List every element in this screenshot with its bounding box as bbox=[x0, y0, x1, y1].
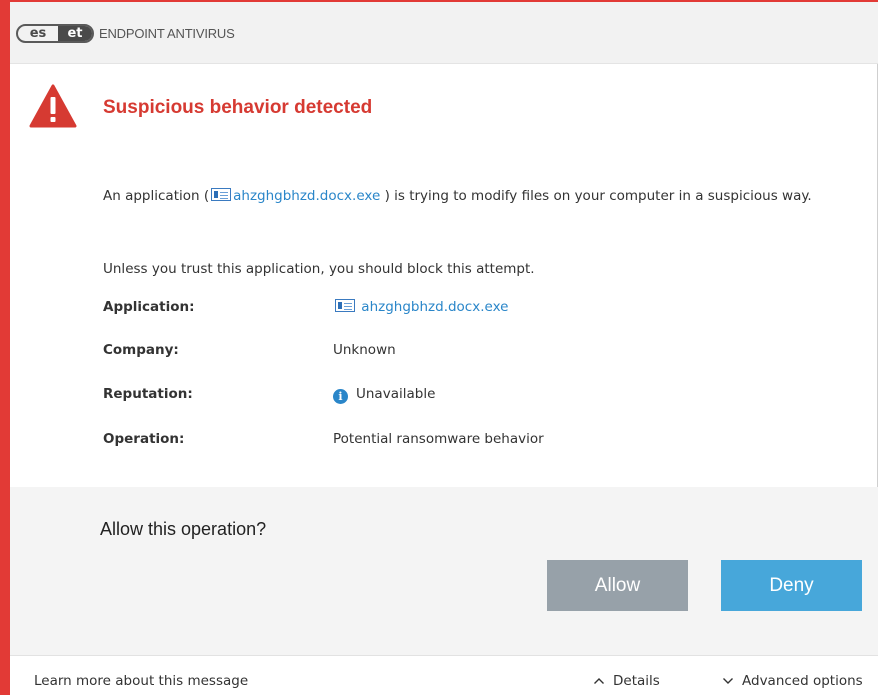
alert-frame-left bbox=[0, 0, 10, 695]
advanced-options-label: Advanced options bbox=[742, 673, 863, 689]
application-icon bbox=[211, 188, 232, 201]
alert-advice: Unless you trust this application, you s… bbox=[103, 261, 535, 277]
warning-icon bbox=[29, 84, 77, 128]
operation-label: Operation: bbox=[103, 431, 185, 447]
detail-row-reputation: Reputation: i Unavailable bbox=[103, 381, 863, 407]
advanced-options-toggle[interactable]: Advanced options bbox=[722, 673, 863, 689]
logo-left-text: es bbox=[29, 26, 47, 41]
application-link[interactable]: ahzghgbhzd.docx.exe bbox=[361, 299, 508, 315]
logo-right-text: et bbox=[58, 26, 92, 41]
reputation-value-wrap: i Unavailable bbox=[333, 381, 435, 407]
alert-window: es et ENDPOINT ANTIVIRUS Suspicious beha… bbox=[10, 2, 878, 695]
message-prefix: An application ( bbox=[103, 188, 210, 204]
chevron-down-icon bbox=[723, 678, 733, 684]
message-app-link[interactable]: ahzghgbhzd.docx.exe bbox=[233, 188, 380, 204]
details-label: Details bbox=[613, 673, 660, 689]
decision-panel: Allow this operation? Allow Deny bbox=[10, 487, 878, 655]
chevron-up-icon bbox=[594, 678, 604, 684]
info-icon: i bbox=[333, 389, 348, 404]
company-link[interactable]: Unknown bbox=[333, 337, 396, 363]
company-label: Company: bbox=[103, 342, 179, 358]
reputation-value: Unavailable bbox=[356, 386, 436, 402]
learn-more-link[interactable]: Learn more about this message bbox=[34, 673, 248, 689]
alert-message: An application ( ahzghgbhzd.docx.exe ) is… bbox=[103, 183, 843, 209]
allow-question: Allow this operation? bbox=[100, 519, 267, 539]
product-name: ENDPOINT ANTIVIRUS bbox=[99, 26, 235, 41]
detail-row-application: Application: ahzghgbhzd.docx.exe bbox=[103, 294, 863, 320]
operation-value: Potential ransomware behavior bbox=[333, 431, 544, 447]
allow-button[interactable]: Allow bbox=[547, 560, 688, 611]
application-icon bbox=[335, 299, 355, 312]
details-toggle[interactable]: Details bbox=[593, 673, 660, 689]
footer: Learn more about this message Details Ad… bbox=[10, 655, 878, 695]
reputation-label: Reputation: bbox=[103, 386, 193, 402]
eset-logo: es et bbox=[16, 24, 94, 43]
application-label: Application: bbox=[103, 299, 195, 315]
message-suffix: ) is trying to modify files on your comp… bbox=[380, 188, 812, 204]
alert-title: Suspicious behavior detected bbox=[103, 97, 373, 118]
detail-row-operation: Operation: Potential ransomware behavior bbox=[103, 426, 863, 452]
detail-row-company: Company: Unknown bbox=[103, 337, 863, 363]
deny-button[interactable]: Deny bbox=[721, 560, 862, 611]
title-bar: es et ENDPOINT ANTIVIRUS bbox=[10, 2, 878, 64]
application-value-wrap: ahzghgbhzd.docx.exe bbox=[333, 294, 508, 320]
